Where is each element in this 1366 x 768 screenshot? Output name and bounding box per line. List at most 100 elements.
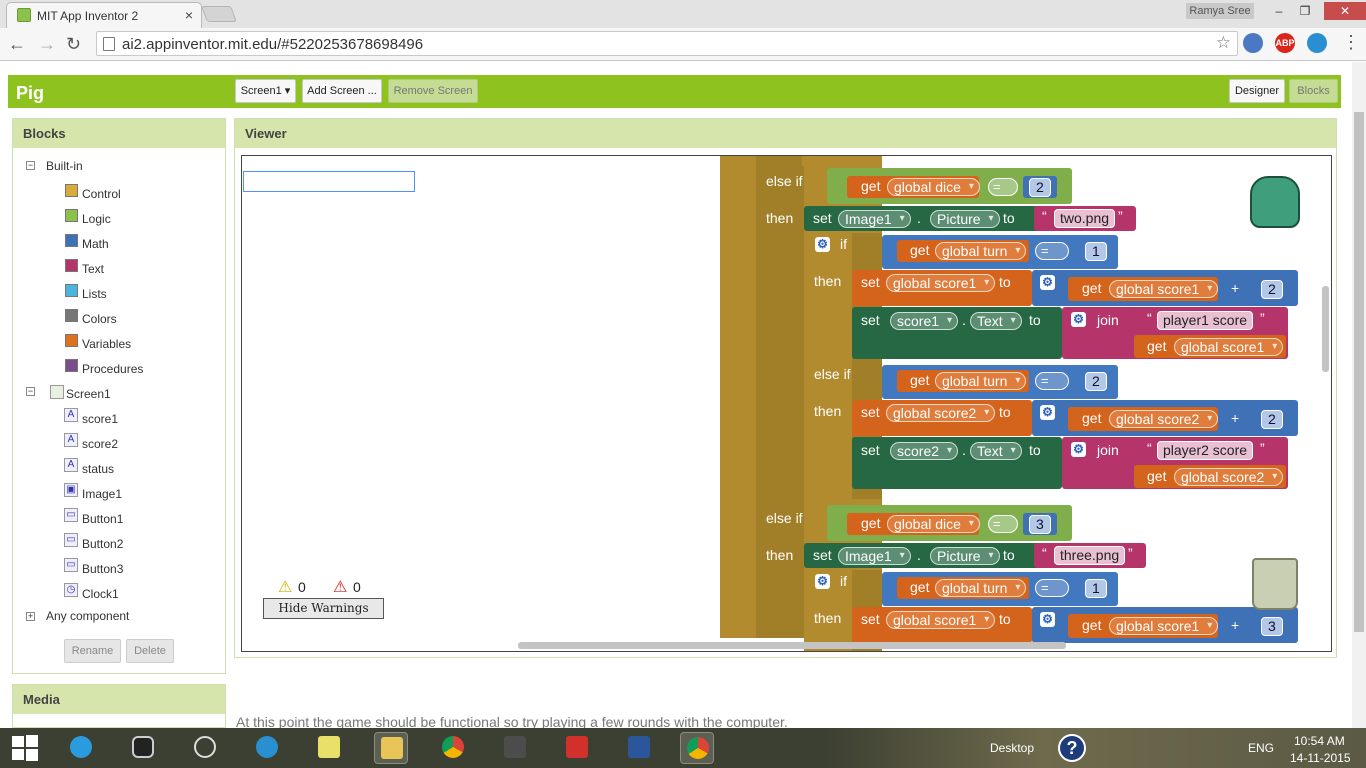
clock-date[interactable]: 14-11-2015 bbox=[1290, 751, 1351, 765]
global-score1-dropdown[interactable]: global score1 bbox=[1109, 617, 1219, 635]
url-bar[interactable]: ai2.appinventor.mit.edu/#522025367869849… bbox=[96, 31, 1238, 56]
maximize-button[interactable]: ❐ bbox=[1290, 2, 1320, 20]
help-icon[interactable]: ? bbox=[1058, 734, 1086, 762]
taskbar-sublime[interactable] bbox=[498, 732, 532, 764]
category-logic[interactable]: Logic bbox=[82, 212, 111, 226]
language-indicator[interactable]: ENG bbox=[1248, 741, 1274, 755]
remove-screen-button[interactable]: Remove Screen bbox=[388, 79, 478, 103]
global-score1-dropdown[interactable]: global score1 bbox=[886, 611, 996, 629]
page-scrollbar-thumb[interactable] bbox=[1354, 112, 1364, 632]
taskbar-sticky[interactable] bbox=[312, 732, 346, 764]
math-eq-dropdown[interactable]: = bbox=[1035, 372, 1069, 390]
taskbar-ie[interactable] bbox=[64, 732, 98, 764]
rename-button[interactable]: Rename bbox=[64, 639, 121, 663]
workspace-vscroll[interactable] bbox=[1322, 286, 1329, 372]
taskbar-media[interactable] bbox=[126, 732, 160, 764]
clock-time[interactable]: 10:54 AM bbox=[1294, 734, 1345, 748]
number-value[interactable]: 1 bbox=[1085, 579, 1107, 598]
taskbar-explorer[interactable] bbox=[374, 732, 408, 764]
number-value[interactable]: 1 bbox=[1085, 242, 1107, 261]
number-value[interactable]: 2 bbox=[1029, 178, 1051, 197]
global-dice-dropdown[interactable]: global dice bbox=[887, 515, 980, 533]
category-text[interactable]: Text bbox=[82, 262, 104, 276]
new-tab-button[interactable] bbox=[201, 6, 237, 22]
eq-dropdown[interactable]: = bbox=[988, 515, 1018, 533]
component-item[interactable]: Image1 bbox=[82, 487, 122, 501]
taskbar-chrome-active[interactable] bbox=[680, 732, 714, 764]
picture-dropdown[interactable]: Picture bbox=[930, 547, 1000, 565]
taskbar-chrome[interactable] bbox=[436, 732, 470, 764]
extension-y-icon[interactable] bbox=[1307, 33, 1327, 53]
category-colors[interactable]: Colors bbox=[82, 312, 117, 326]
tab-close-icon[interactable]: × bbox=[185, 7, 193, 23]
reload-icon[interactable]: ↻ bbox=[66, 34, 81, 55]
taskbar-hp[interactable] bbox=[188, 732, 222, 764]
global-score1-dropdown[interactable]: global score1 bbox=[1109, 280, 1219, 298]
taskbar-word[interactable] bbox=[622, 732, 656, 764]
delete-button[interactable]: Delete bbox=[126, 639, 174, 663]
global-turn-dropdown[interactable]: global turn bbox=[935, 579, 1027, 597]
workspace-hscroll[interactable] bbox=[518, 642, 1066, 649]
math-eq-dropdown[interactable]: = bbox=[1035, 579, 1069, 597]
global-turn-dropdown[interactable]: global turn bbox=[935, 372, 1027, 390]
global-score1-dropdown[interactable]: global score1 bbox=[1174, 338, 1284, 356]
string-player1-score[interactable]: player1 score bbox=[1157, 311, 1254, 330]
global-score2-dropdown[interactable]: global score2 bbox=[886, 404, 996, 422]
designer-button[interactable]: Designer bbox=[1229, 79, 1285, 103]
category-math[interactable]: Math bbox=[82, 237, 109, 251]
number-value[interactable]: 2 bbox=[1261, 280, 1283, 299]
eq-dropdown[interactable]: = bbox=[988, 178, 1018, 196]
score1-dropdown[interactable]: score1 bbox=[890, 312, 959, 330]
mutator-gear-icon[interactable]: ⚙ bbox=[1071, 312, 1086, 327]
close-window-button[interactable]: ✕ bbox=[1324, 2, 1366, 20]
add-screen-button[interactable]: Add Screen ... bbox=[302, 79, 382, 103]
adblock-plus-icon[interactable]: ABP bbox=[1275, 33, 1295, 53]
mutator-gear-icon[interactable]: ⚙ bbox=[1040, 405, 1055, 420]
number-value[interactable]: 2 bbox=[1085, 372, 1107, 391]
component-item[interactable]: Clock1 bbox=[82, 587, 119, 601]
global-score2-dropdown[interactable]: global score2 bbox=[1109, 410, 1219, 428]
browser-tab[interactable]: MIT App Inventor 2 × bbox=[6, 2, 202, 28]
number-value[interactable]: 3 bbox=[1029, 515, 1051, 534]
screen-dropdown[interactable]: Screen1 ▾ bbox=[235, 79, 296, 103]
number-value[interactable]: 2 bbox=[1261, 410, 1283, 429]
mutator-gear-icon[interactable]: ⚙ bbox=[815, 574, 830, 589]
blocks-workspace[interactable]: else if then else if then get global dic… bbox=[241, 155, 1332, 652]
any-component-expand-icon[interactable]: + bbox=[26, 612, 35, 621]
category-variables[interactable]: Variables bbox=[82, 337, 131, 351]
component-item[interactable]: status bbox=[82, 462, 114, 476]
number-value[interactable]: 3 bbox=[1261, 617, 1283, 636]
score2-dropdown[interactable]: score2 bbox=[890, 442, 959, 460]
taskbar-rocket[interactable] bbox=[250, 732, 284, 764]
bookmark-star-icon[interactable]: ☆ bbox=[1216, 33, 1231, 53]
global-score1-dropdown[interactable]: global score1 bbox=[886, 274, 996, 292]
image1-dropdown[interactable]: Image1 bbox=[838, 210, 911, 228]
string-two-png[interactable]: two.png bbox=[1054, 209, 1116, 228]
builtin-collapse-icon[interactable]: − bbox=[26, 161, 35, 170]
page-scrollbar[interactable] bbox=[1352, 62, 1366, 728]
mutator-gear-icon[interactable]: ⚙ bbox=[1040, 612, 1055, 627]
global-turn-dropdown[interactable]: global turn bbox=[935, 242, 1027, 260]
screen1-collapse-icon[interactable]: − bbox=[26, 387, 35, 396]
tree-builtin[interactable]: Built-in bbox=[46, 159, 83, 173]
text-property-dropdown[interactable]: Text bbox=[970, 312, 1022, 330]
tree-any-component[interactable]: Any component bbox=[46, 609, 129, 623]
component-item[interactable]: Button3 bbox=[82, 562, 123, 576]
blocks-button[interactable]: Blocks bbox=[1289, 79, 1338, 103]
profile-name[interactable]: Ramya Sree bbox=[1186, 3, 1254, 19]
back-icon[interactable]: ← bbox=[8, 34, 26, 55]
image1-dropdown[interactable]: Image1 bbox=[838, 547, 911, 565]
global-score2-dropdown[interactable]: global score2 bbox=[1174, 468, 1284, 486]
category-lists[interactable]: Lists bbox=[82, 287, 107, 301]
mutator-gear-icon[interactable]: ⚙ bbox=[1040, 275, 1055, 290]
backpack-icon[interactable] bbox=[1250, 176, 1300, 228]
windows-start-icon[interactable] bbox=[10, 734, 40, 762]
component-item[interactable]: Button1 bbox=[82, 512, 123, 526]
extension-globe-icon[interactable] bbox=[1243, 33, 1263, 53]
forward-icon[interactable]: → bbox=[38, 34, 56, 55]
component-item[interactable]: Button2 bbox=[82, 537, 123, 551]
hide-warnings-button[interactable]: Hide Warnings bbox=[263, 598, 384, 619]
desktop-label[interactable]: Desktop bbox=[990, 741, 1034, 755]
taskbar-acrobat[interactable] bbox=[560, 732, 594, 764]
tree-screen1[interactable]: Screen1 bbox=[66, 387, 111, 401]
